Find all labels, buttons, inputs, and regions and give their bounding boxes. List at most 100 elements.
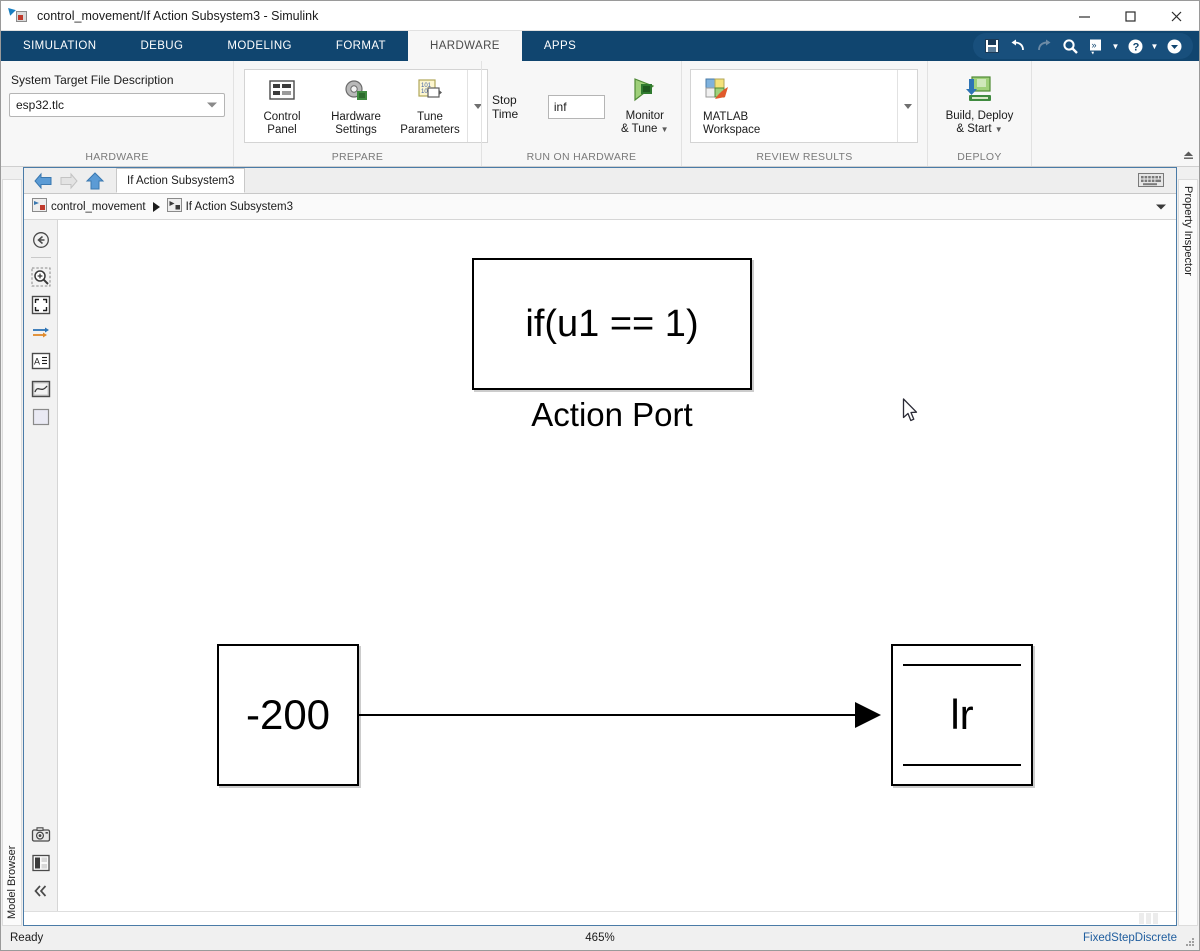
monitor-tune-label-1: Monitor [625,110,664,122]
undo-icon[interactable] [1005,35,1031,57]
property-inspector-tab[interactable]: Property Inspector [1178,179,1198,926]
quick-access-toolbar: » ▼ ? ▼ [973,33,1193,59]
matlab-workspace-button[interactable]: MATLAB Workspace [691,70,777,142]
resize-grip-icon[interactable] [1185,937,1195,947]
ribbon-group-hardware: System Target File Description esp32.tlc… [1,61,233,166]
up-arrow-icon[interactable] [82,169,108,193]
monitor-and-tune-button[interactable]: Monitor & Tune ▼ [615,69,675,136]
ribbon-group-run-on-hardware: Stop Time inf Monitor & Tune ▼ RUN ON HA… [481,61,681,166]
tune-parameters-icon: 101 10 [415,74,445,108]
tab-apps[interactable]: APPS [522,31,598,61]
collapse-ribbon-icon[interactable] [1182,148,1195,164]
tab-simulation[interactable]: SIMULATION [1,31,118,61]
help-icon[interactable]: ? [1122,35,1148,57]
breadcrumb-item-subsystem[interactable]: If Action Subsystem3 [166,198,293,215]
system-target-file-value: esp32.tlc [16,98,65,112]
breadcrumb: control_movement If Action Subsystem3 [24,194,1176,220]
tab-debug[interactable]: DEBUG [118,31,205,61]
ribbon-tabstrip: SIMULATION DEBUG MODELING FORMAT HARDWAR… [1,31,1199,61]
camera-snapshot-icon[interactable] [27,821,55,849]
fit-to-view-icon[interactable] [27,291,55,319]
help-caret-icon[interactable]: ▼ [1148,35,1161,57]
matlab-workspace-label-2: Workspace [703,124,761,136]
favorites-caret-icon[interactable]: ▼ [1109,35,1122,57]
scope-viewer-icon[interactable] [27,375,55,403]
constant-block-value: -200 [245,691,331,738]
ribbon-group-label-deploy: DEPLOY [957,151,1002,163]
close-button[interactable] [1153,1,1199,31]
breadcrumb-dropdown-icon[interactable] [1156,204,1166,209]
control-panel-label-1: Control [263,111,301,123]
ribbon-filler [1031,61,1199,166]
review-results-more-button[interactable] [897,70,917,142]
stop-time-input[interactable]: inf [547,95,605,119]
control-panel-icon [267,74,297,108]
canvas-wrap: A if(u1 == 1) Action Port -200 lr [24,220,1176,911]
back-arrow-icon[interactable] [30,169,56,193]
forward-arrow-icon [56,169,82,193]
build-deploy-start-icon [964,73,996,107]
navigate-up-icon[interactable] [27,226,55,254]
svg-text:10: 10 [421,89,428,95]
save-icon[interactable] [979,35,1005,57]
control-panel-button[interactable]: Control Panel [245,70,319,142]
canvas-horizontal-scrollbar[interactable] [24,911,1176,925]
svg-text:?: ? [1132,41,1139,53]
goto-block[interactable]: lr [891,644,1033,786]
hardware-settings-label-1: Hardware [331,111,381,123]
chevron-down-icon [207,102,217,108]
document-tab[interactable]: If Action Subsystem3 [116,168,246,193]
keyboard-icon[interactable] [1138,172,1164,194]
review-results-panel: MATLAB Workspace [690,69,918,143]
customize-icon[interactable] [1161,35,1187,57]
chevron-down-icon: ▼ [660,125,669,134]
toolbar-divider [30,257,51,258]
if-block-label: if(u1 == 1) [525,302,699,345]
system-target-file-label: System Target File Description [11,73,174,87]
minimize-button[interactable] [1061,1,1107,31]
svg-text:»: » [1091,40,1096,50]
simulink-window: control_movement/If Action Subsystem3 - … [0,0,1200,951]
if-block[interactable]: if(u1 == 1) [472,258,752,390]
chevron-down-icon: ▼ [994,125,1003,134]
status-zoom-level: 465% [585,932,615,944]
favorites-icon[interactable]: » [1083,35,1109,57]
area-icon[interactable] [27,403,55,431]
tune-parameters-button[interactable]: 101 10 Tune Parameters [393,70,467,142]
collapse-toolbar-icon[interactable] [27,877,55,905]
redo-icon[interactable] [1031,35,1057,57]
status-solver[interactable]: FixedStepDiscrete [1083,932,1177,944]
signal-line[interactable] [359,714,875,716]
window-controls [1061,1,1199,31]
mouse-pointer [902,398,920,429]
simulink-model-icon [8,5,31,26]
monitor-tune-icon [629,73,661,107]
breadcrumb-separator-icon [152,201,160,212]
canvas-toolbar-bottom [24,821,58,905]
maximize-button[interactable] [1107,1,1153,31]
tune-parameters-label-2: Parameters [400,124,460,136]
breadcrumb-item-model[interactable]: control_movement [32,198,146,215]
signal-lines-icon[interactable] [27,319,55,347]
canvas-toolbar: A [24,220,58,911]
system-target-file-combo[interactable]: esp32.tlc [9,93,225,117]
signal-arrow-icon [855,702,881,728]
tab-modeling[interactable]: MODELING [205,31,314,61]
scrollbar-grip [1139,913,1158,924]
tab-format[interactable]: FORMAT [314,31,408,61]
hardware-settings-button[interactable]: Hardware Settings [319,70,393,142]
prepare-panel: Control Panel Hardware Settings 101 10 T… [244,69,488,143]
tab-hardware[interactable]: HARDWARE [408,31,522,61]
model-browser-tab[interactable]: Model Browser [2,179,22,926]
model-canvas[interactable]: if(u1 == 1) Action Port -200 lr [58,220,1176,911]
window-title: control_movement/If Action Subsystem3 - … [37,8,319,23]
build-deploy-start-button[interactable]: Build, Deploy & Start ▼ [934,69,1025,136]
ribbon-group-prepare: Control Panel Hardware Settings 101 10 T… [233,61,488,166]
goto-bottom-rule [903,764,1021,766]
layout-icon[interactable] [27,849,55,877]
matlab-workspace-label-1: MATLAB [703,111,749,123]
constant-block[interactable]: -200 [217,644,359,786]
search-icon[interactable] [1057,35,1083,57]
annotation-icon[interactable]: A [27,347,55,375]
zoom-region-icon[interactable] [27,263,55,291]
